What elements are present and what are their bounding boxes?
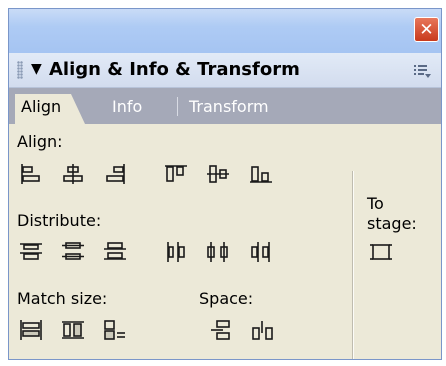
to-stage-label-line2: stage: bbox=[367, 214, 417, 233]
align-left-edge-icon[interactable] bbox=[19, 163, 43, 185]
align-vertical-center-icon[interactable] bbox=[206, 163, 230, 185]
align-label: Align: bbox=[17, 132, 63, 151]
tab-align-label[interactable]: Align bbox=[21, 97, 61, 116]
align-horizontal-center-icon[interactable] bbox=[61, 163, 85, 185]
panel-window: ✕ ▼ Align & Info & Transform Align Info … bbox=[8, 8, 442, 360]
window-titlebar[interactable]: ✕ bbox=[9, 9, 441, 53]
match-width-icon[interactable] bbox=[19, 319, 43, 341]
align-right-edge-icon[interactable] bbox=[103, 163, 127, 185]
distribute-left-edge-icon[interactable] bbox=[164, 241, 188, 263]
distribute-vertical-center-icon[interactable] bbox=[61, 241, 85, 263]
distribute-label: Distribute: bbox=[17, 211, 102, 230]
distribute-right-edge-icon[interactable] bbox=[249, 241, 273, 263]
match-height-icon[interactable] bbox=[61, 319, 85, 341]
match-size-label: Match size: bbox=[17, 289, 108, 308]
distribute-horizontal-center-icon[interactable] bbox=[206, 241, 230, 263]
tab-transform[interactable]: Transform bbox=[189, 97, 269, 116]
distribute-bottom-edge-icon[interactable] bbox=[103, 241, 127, 263]
close-icon: ✕ bbox=[419, 19, 434, 40]
drag-grip-icon[interactable] bbox=[17, 61, 23, 79]
tab-divider bbox=[177, 97, 178, 116]
panel-header[interactable]: ▼ Align & Info & Transform bbox=[9, 53, 441, 88]
stage-divider-highlight bbox=[353, 171, 354, 359]
tab-info[interactable]: Info bbox=[112, 97, 142, 116]
space-evenly-horizontally-icon[interactable] bbox=[251, 319, 275, 341]
space-label: Space: bbox=[199, 289, 254, 308]
close-button[interactable]: ✕ bbox=[414, 17, 439, 42]
collapse-arrow-icon[interactable]: ▼ bbox=[31, 61, 42, 77]
to-stage-icon[interactable] bbox=[369, 241, 393, 263]
panel-options-icon[interactable] bbox=[413, 63, 431, 79]
distribute-top-edge-icon[interactable] bbox=[19, 241, 43, 263]
match-width-and-height-icon[interactable] bbox=[103, 319, 127, 341]
to-stage-label-line1: To bbox=[367, 194, 384, 213]
tab-strip: Align Info Transform bbox=[9, 88, 441, 124]
panel-title[interactable]: Align & Info & Transform bbox=[49, 59, 300, 80]
space-evenly-vertically-icon[interactable] bbox=[209, 319, 233, 341]
align-bottom-edge-icon[interactable] bbox=[249, 163, 273, 185]
align-top-edge-icon[interactable] bbox=[164, 163, 188, 185]
